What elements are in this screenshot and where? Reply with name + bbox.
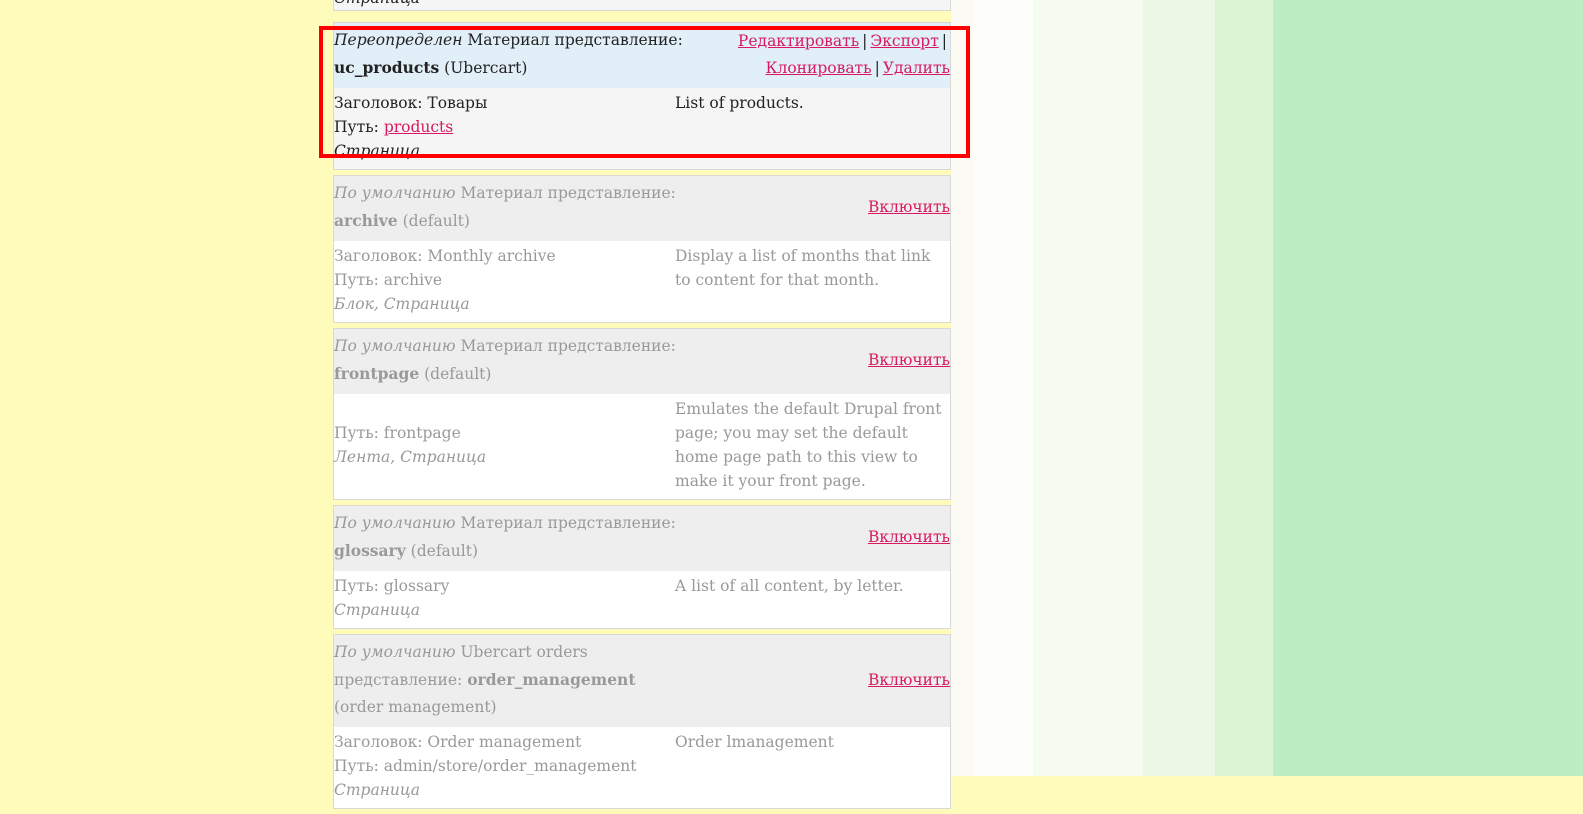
view-stub-top: Страница [333, 0, 951, 11]
view-title-block: Переопределен Материал представление: uc… [334, 27, 683, 82]
view-title-line: Заголовок: Товары [334, 94, 488, 112]
view-type-label: Материал представление: [467, 31, 683, 49]
view-uc-products: Переопределен Материал представление: uc… [333, 22, 951, 170]
view-description: Order lmanagement [675, 733, 834, 751]
view-header: По умолчанию Материал представление: glo… [334, 506, 950, 571]
view-type-label: Материал представление: [460, 184, 676, 202]
views-list: Страница Переопределен Материал представ… [333, 0, 951, 814]
view-name: frontpage [334, 364, 420, 383]
view-display-type: Страница [334, 781, 420, 799]
view-meta: Заголовок: Товары Путь: products Страниц… [334, 91, 675, 163]
view-actions: Включить [868, 524, 950, 551]
separator: | [874, 58, 880, 77]
view-details: Заголовок: Monthly archive Путь: archive… [334, 241, 950, 322]
view-path-line: Путь: frontpage [334, 424, 461, 442]
enable-link[interactable]: Включить [868, 671, 950, 689]
view-status: Переопределен [334, 31, 463, 49]
view-name: order_management [467, 670, 636, 689]
enable-link[interactable]: Включить [868, 198, 950, 216]
view-actions: Редактировать | Экспорт | Клонировать | Удали… [738, 28, 950, 82]
view-header: Переопределен Материал представление: uc… [334, 23, 950, 88]
view-details: Путь: glossary Страница A list of all co… [334, 571, 950, 628]
enable-link[interactable]: Включить [868, 528, 950, 546]
path-link[interactable]: products [384, 118, 453, 136]
separator: | [941, 31, 947, 50]
view-status: По умолчанию [334, 337, 456, 355]
view-header: По умолчанию Материал представление: arc… [334, 176, 950, 241]
view-tag: (default) [410, 542, 479, 560]
view-display-type: Страница [334, 0, 950, 10]
view-archive: По умолчанию Материал представление: arc… [333, 175, 951, 323]
view-display-type: Блок, Страница [334, 295, 470, 313]
view-name: uc_products [334, 58, 440, 77]
view-status: По умолчанию [334, 514, 456, 532]
view-type-label: Ubercart orders [460, 643, 588, 661]
view-title-block: По умолчанию Материал представление: glo… [334, 510, 676, 565]
separator: | [862, 31, 868, 50]
view-tag: (order management) [334, 698, 497, 716]
view-title-line: Заголовок: Order management [334, 733, 582, 751]
view-actions: Включить [868, 347, 950, 374]
view-type-label: Материал представление: [460, 337, 676, 355]
view-meta: Заголовок: Monthly archive Путь: archive… [334, 244, 675, 316]
view-tag: (default) [424, 365, 492, 383]
view-path-line: Путь: glossary [334, 577, 450, 595]
view-display-type: Страница [334, 142, 420, 160]
view-status: По умолчанию [334, 643, 456, 661]
delete-link[interactable]: Удалить [883, 59, 950, 77]
view-glossary: По умолчанию Материал представление: glo… [333, 505, 951, 629]
view-meta: Путь: glossary Страница [334, 574, 675, 622]
view-title-block: По умолчанию Материал представление: arc… [334, 180, 676, 235]
view-meta: Путь: frontpage Лента, Страница [334, 397, 675, 493]
view-meta: Заголовок: Order management Путь: admin/… [334, 730, 675, 802]
view-title-block: По умолчанию Материал представление: fro… [334, 333, 676, 388]
view-name: glossary [334, 541, 406, 560]
enable-link[interactable]: Включить [868, 351, 950, 369]
view-details: Заголовок: Order management Путь: admin/… [334, 727, 950, 808]
view-tag: (Ubercart) [444, 59, 528, 77]
view-path-line: Путь: archive [334, 271, 443, 289]
view-header: По умолчанию Материал представление: fro… [334, 329, 950, 394]
view-description: Display a list of months that link to co… [675, 247, 931, 289]
view-type-label: представление: [334, 671, 463, 689]
view-display-type: Страница [334, 601, 420, 619]
view-name: archive [334, 211, 398, 230]
view-path-line: Путь: products [334, 115, 675, 139]
view-tag: (default) [402, 212, 470, 230]
view-status: По умолчанию [334, 184, 456, 202]
clone-link[interactable]: Клонировать [766, 59, 872, 77]
view-type-label: Материал представление: [460, 514, 676, 532]
view-header: По умолчанию Ubercart orders представлен… [334, 635, 950, 727]
view-actions: Включить [868, 667, 950, 694]
path-label: Путь: [334, 118, 379, 136]
view-description: Emulates the default Drupal front page; … [675, 400, 942, 490]
view-display-type: Лента, Страница [334, 448, 487, 466]
view-frontpage: По умолчанию Материал представление: fro… [333, 328, 951, 500]
view-order-management: По умолчанию Ubercart orders представлен… [333, 634, 951, 809]
view-details: Заголовок: Товары Путь: products Страниц… [334, 88, 950, 169]
view-description: A list of all content, by letter. [675, 577, 904, 595]
view-title-block: По умолчанию Ubercart orders представлен… [334, 639, 636, 721]
export-link[interactable]: Экспорт [870, 32, 938, 50]
view-description: List of products. [675, 94, 804, 112]
view-details: Путь: frontpage Лента, Страница Emulates… [334, 394, 950, 499]
edit-link[interactable]: Редактировать [738, 32, 859, 50]
view-title-line: Заголовок: Monthly archive [334, 247, 556, 265]
view-path-line: Путь: admin/store/order_management [334, 757, 637, 775]
view-actions: Включить [868, 194, 950, 221]
